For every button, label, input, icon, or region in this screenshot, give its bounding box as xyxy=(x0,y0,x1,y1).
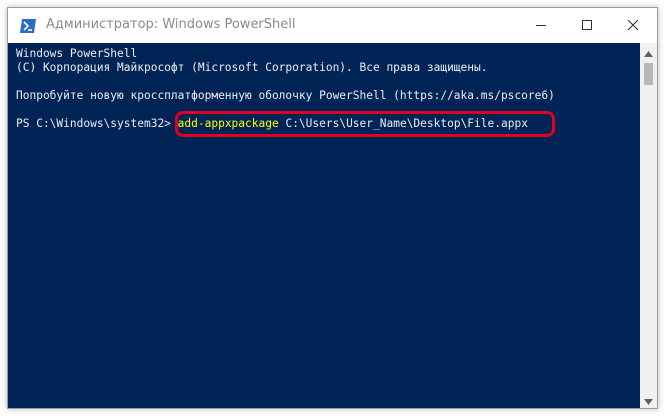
maximize-button[interactable] xyxy=(564,8,610,43)
console-line: Попробуйте новую кроссплатформенную обол… xyxy=(16,89,555,102)
minimize-icon xyxy=(535,16,547,35)
minimize-button[interactable] xyxy=(518,8,564,43)
close-button[interactable] xyxy=(610,8,656,43)
powershell-window: Администратор: Windows PowerShell Window… xyxy=(7,7,658,409)
title-bar[interactable]: Администратор: Windows PowerShell xyxy=(8,8,657,43)
scrollbar-thumb[interactable] xyxy=(644,63,653,85)
chevron-up-icon xyxy=(644,42,653,61)
window-title: Администратор: Windows PowerShell xyxy=(46,17,296,32)
scroll-up-button[interactable] xyxy=(640,43,657,60)
maximize-icon xyxy=(581,16,593,35)
console-line: Windows PowerShell xyxy=(16,47,138,60)
command-highlight-frame xyxy=(175,111,555,137)
scroll-down-button[interactable] xyxy=(640,391,657,408)
console-output[interactable]: Windows PowerShell (C) Корпорация Майкро… xyxy=(8,43,640,408)
prompt: PS C:\Windows\system32> xyxy=(16,117,171,130)
chevron-down-icon xyxy=(644,390,653,408)
console-line: (C) Корпорация Майкрософт (Microsoft Cor… xyxy=(16,61,488,74)
close-icon xyxy=(627,16,639,35)
powershell-icon xyxy=(20,18,36,33)
vertical-scrollbar[interactable] xyxy=(640,43,657,408)
